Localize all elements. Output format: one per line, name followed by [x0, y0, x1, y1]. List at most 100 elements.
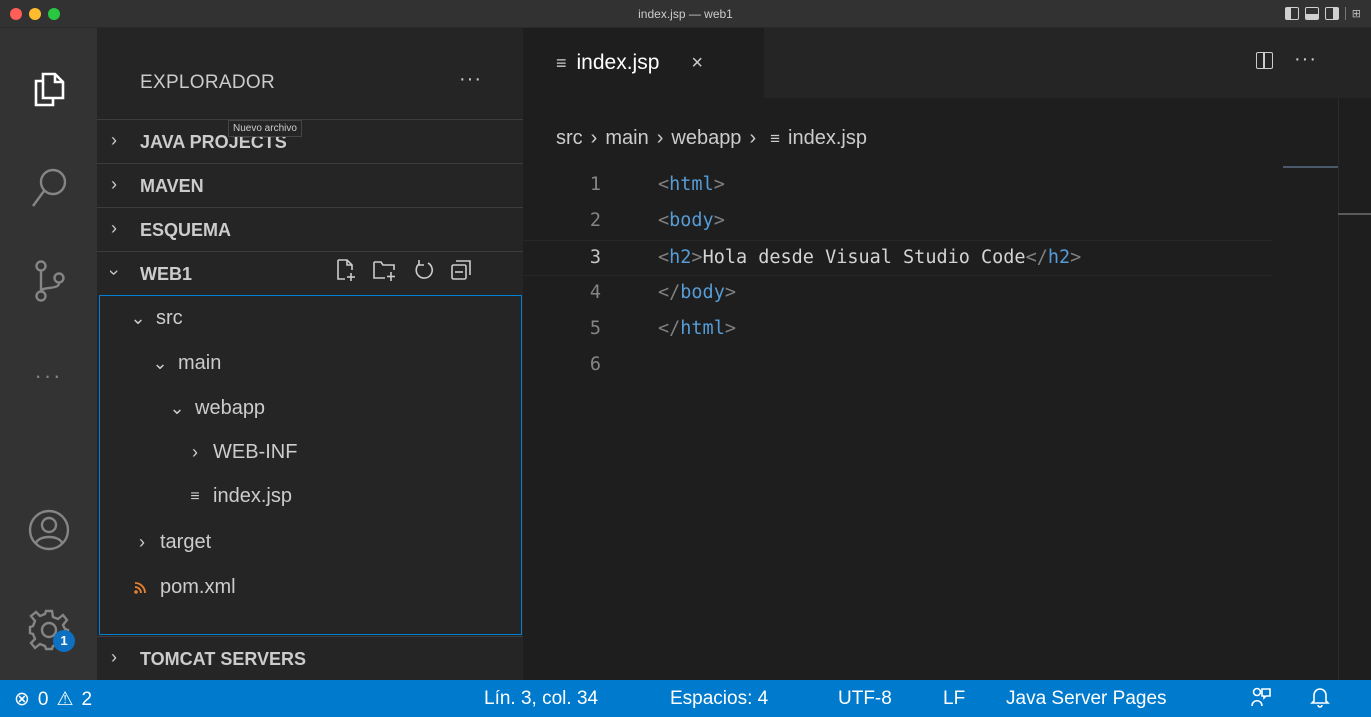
line-text: <h2>Hola desde Visual Studio Code</h2> [658, 247, 1082, 268]
tree-item-label: index.jsp [213, 485, 292, 507]
tree-item-label: pom.xml [160, 576, 236, 598]
sidebar-title: EXPLORADOR [140, 72, 275, 93]
title-bar: index.jsp — web1 ⊞ [0, 0, 1371, 28]
line-text: <html> [658, 174, 725, 195]
tree-item-src[interactable]: ⌄ src [130, 307, 182, 330]
tree-item-webapp[interactable]: ⌄ webapp [169, 397, 265, 420]
tab-label: index.jsp [576, 51, 660, 74]
scrollbar-thumb[interactable] [1338, 213, 1371, 215]
section-maven[interactable]: › MAVEN [97, 163, 523, 207]
window-title: index.jsp — web1 [638, 7, 733, 21]
tab-bar: ≡ index.jsp × ··· [523, 28, 1371, 98]
chevron-right-icon: › [111, 174, 117, 194]
section-esquema[interactable]: › ESQUEMA [97, 207, 523, 251]
manage-badge: 1 [53, 630, 75, 652]
activity-bar: ··· 1 [0, 28, 97, 680]
section-tomcat-servers[interactable]: › TOMCAT SERVERS [97, 636, 523, 680]
chevron-down-icon: ⌄ [169, 398, 185, 418]
breadcrumb-main[interactable]: main [605, 127, 648, 150]
section-tomcat-label: TOMCAT SERVERS [140, 649, 307, 669]
close-icon[interactable]: × [691, 52, 703, 75]
bell-icon[interactable] [1310, 686, 1330, 708]
code-line: 4 </body> [523, 276, 1273, 312]
code-line-current: 3 <h2>Hola desde Visual Studio Code</h2> [523, 240, 1273, 276]
tree-item-label: main [178, 352, 222, 374]
line-text: </body> [658, 282, 736, 303]
tree-item-label: webapp [195, 397, 266, 419]
file-lines-icon: ≡ [190, 487, 200, 505]
toggle-panel-icon[interactable] [1304, 7, 1319, 20]
section-java-projects[interactable]: › JAVA PROJECTS [97, 119, 523, 163]
section-maven-label: MAVEN [140, 176, 204, 196]
search-icon[interactable] [0, 166, 97, 210]
toggle-primary-sidebar-icon[interactable] [1284, 7, 1299, 20]
more-views-icon[interactable]: ··· [0, 363, 97, 389]
toggle-secondary-sidebar-icon[interactable] [1324, 7, 1339, 20]
accounts-icon[interactable] [0, 508, 97, 552]
warning-count: 2 [81, 688, 93, 710]
warning-icon: ⚠ [56, 689, 74, 710]
tree-item-index-jsp[interactable]: ≡ index.jsp [187, 485, 292, 508]
chevron-right-icon: › [656, 127, 664, 149]
line-text: <body> [658, 210, 725, 231]
chevron-right-icon: › [111, 647, 117, 667]
refresh-icon[interactable] [413, 259, 435, 281]
chevron-down-icon: ⌄ [130, 308, 146, 328]
line-number: 6 [589, 354, 601, 375]
chevron-right-icon: › [111, 130, 117, 150]
code-line: 2 <body> [523, 204, 1273, 240]
chevron-down-icon: ⌄ [152, 353, 168, 373]
section-web1-label: WEB1 [140, 264, 193, 284]
cursor-position[interactable]: Lín. 3, col. 34 [484, 688, 598, 710]
sidebar-more-button[interactable]: ··· [459, 68, 482, 91]
collapse-all-icon[interactable] [450, 259, 472, 281]
tree-item-target[interactable]: › target [134, 531, 211, 554]
feedback-icon[interactable] [1250, 686, 1272, 708]
new-file-icon[interactable] [335, 258, 357, 282]
breadcrumb: src › main › webapp › ≡ index.jsp [556, 127, 867, 150]
line-number: 5 [589, 318, 601, 339]
minimap[interactable] [1283, 166, 1338, 168]
editor-more-button[interactable]: ··· [1294, 48, 1317, 71]
status-bar: ⊗ 0 ⚠ 2 Lín. 3, col. 34 Espacios: 4 UTF-… [0, 680, 1371, 717]
line-number: 2 [589, 210, 601, 231]
tree-item-pom[interactable]: pom.xml [134, 576, 236, 599]
code-line: 5 </html> [523, 312, 1273, 348]
breadcrumb-src[interactable]: src [556, 127, 583, 150]
tab-index-jsp[interactable]: ≡ index.jsp × [523, 28, 764, 98]
breadcrumb-file[interactable]: index.jsp [788, 127, 867, 150]
problems-indicator[interactable]: ⊗ 0 ⚠ 2 [14, 688, 92, 711]
end-of-line[interactable]: LF [943, 688, 965, 710]
editor-area: ≡ index.jsp × ··· src › main › webapp › … [523, 28, 1371, 680]
tree-item-label: target [160, 531, 212, 553]
web1-actions [335, 258, 472, 282]
source-control-icon[interactable] [0, 258, 97, 304]
explorer-icon[interactable] [0, 68, 97, 108]
line-number: 3 [589, 247, 601, 268]
chevron-right-icon: › [111, 218, 117, 238]
layout-separator [1344, 7, 1346, 20]
chevron-right-icon: › [590, 127, 598, 149]
language-mode[interactable]: Java Server Pages [1006, 688, 1167, 710]
tree-item-main[interactable]: ⌄ main [152, 352, 221, 375]
chevron-right-icon: › [749, 127, 757, 149]
line-number: 1 [589, 174, 601, 195]
section-esquema-label: ESQUEMA [140, 220, 232, 240]
split-editor-icon[interactable] [1256, 52, 1273, 69]
layout-controls: ⊞ [1284, 7, 1361, 20]
error-count: 0 [37, 688, 49, 710]
explorer-sidebar: EXPLORADOR ··· › JAVA PROJECTS Nuevo arc… [97, 28, 523, 680]
code-line: 1 <html> [523, 168, 1273, 204]
file-lines-icon: ≡ [556, 52, 567, 73]
file-lines-icon: ≡ [770, 128, 781, 148]
scrollbar-track[interactable] [1338, 98, 1339, 680]
encoding[interactable]: UTF-8 [838, 688, 892, 710]
indentation[interactable]: Espacios: 4 [670, 688, 768, 710]
breadcrumb-webapp[interactable]: webapp [671, 127, 741, 150]
new-file-tooltip: Nuevo archivo [228, 120, 302, 137]
customize-layout-icon[interactable]: ⊞ [1352, 7, 1361, 20]
gear-icon[interactable] [0, 608, 97, 652]
more-views-label: ··· [34, 363, 63, 388]
new-folder-icon[interactable] [372, 258, 398, 282]
tree-item-web-inf[interactable]: › WEB-INF [187, 441, 297, 464]
